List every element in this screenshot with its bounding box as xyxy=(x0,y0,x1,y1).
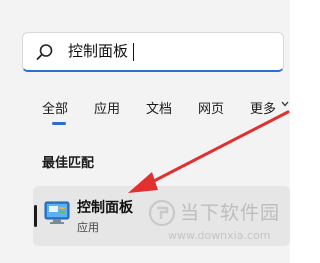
text-caret xyxy=(133,43,134,61)
control-panel-icon xyxy=(44,201,70,224)
search-input[interactable]: 控制面板 xyxy=(22,32,284,72)
tab-more[interactable]: 更多 xyxy=(250,98,276,117)
watermark-logo xyxy=(148,199,176,227)
result-title: 控制面板 xyxy=(77,200,133,216)
watermark-site-name: 当下软件园 xyxy=(180,202,281,224)
chevron-down-icon[interactable] xyxy=(280,99,290,109)
tab-all[interactable]: 全部 xyxy=(42,98,68,117)
watermark-url: www.downxia.com xyxy=(168,229,271,242)
tab-apps[interactable]: 应用 xyxy=(94,98,120,117)
selection-indicator xyxy=(34,205,37,227)
start-search-panel: 控制面板 全部 应用 文档 网页 更多 最佳匹配 控制面板 应用 当下软件园 w xyxy=(0,0,290,263)
search-query: 控制面板 xyxy=(68,42,129,60)
tab-web[interactable]: 网页 xyxy=(198,98,224,117)
result-type: 应用 xyxy=(77,221,99,234)
best-match-heading: 最佳匹配 xyxy=(42,156,95,171)
search-icon xyxy=(36,44,53,60)
active-tab-indicator xyxy=(52,122,66,125)
tab-documents[interactable]: 文档 xyxy=(146,98,172,117)
